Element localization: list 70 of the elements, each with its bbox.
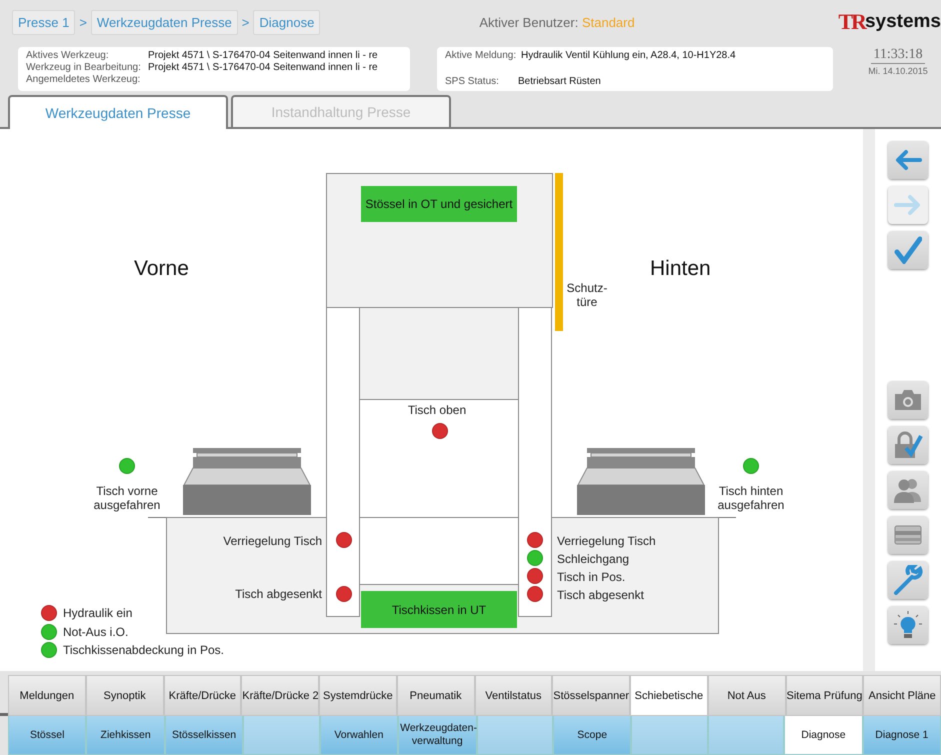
nav-tab[interactable]: Werkzeugdaten-verwaltung (398, 716, 477, 755)
nav-tab[interactable]: Not Aus (708, 675, 786, 716)
indicator-label: Verriegelung Tisch (557, 534, 656, 548)
toolbar-button[interactable] (888, 606, 928, 644)
nav-tab[interactable]: Ventilstatus (474, 675, 552, 716)
lightbulb-icon (893, 610, 923, 640)
nav-tab[interactable]: Meldungen (8, 675, 86, 716)
nav-tab[interactable]: Stösselspanner (552, 675, 630, 716)
legend-label: Hydraulik ein (63, 606, 132, 620)
breadcrumb-separator: > (242, 14, 250, 30)
nav-tab[interactable]: Systemdrücke (319, 675, 397, 716)
nav-tab[interactable]: Kräfte/Drücke 2 (241, 675, 319, 716)
ram-status: Stössel in OT und gesichert (361, 186, 517, 222)
nav-tab[interactable]: Schiebetische (630, 675, 708, 716)
legend-label: Not-Aus i.O. (63, 624, 128, 638)
rear-label: Hinten (650, 257, 711, 281)
info-label: Aktive Meldung: (445, 50, 518, 62)
nav-tab[interactable]: Synoptik (86, 675, 164, 716)
info-value: Projekt 4571 \ S-176470-04 Seitenwand innen li - re (148, 50, 378, 62)
nav-tab[interactable]: Ansicht Pläne (863, 675, 941, 716)
lock-check-icon (893, 431, 923, 459)
front-label: Vorne (134, 257, 189, 281)
info-value: Betriebsart Rüsten (518, 76, 601, 88)
indicator-label: Tisch abgesenkt (557, 588, 644, 602)
wrench-icon (893, 565, 923, 595)
indicator-label: Verriegelung Tisch (223, 534, 322, 548)
active-user-text: Aktiver Benutzer: Standard (479, 14, 635, 30)
toolbar-button[interactable] (888, 561, 928, 599)
clock-date: Mi. 14.10.2015 (868, 66, 928, 76)
legend-label: Tischkissenabdeckung in Pos. (63, 643, 224, 657)
indicator-label: Tisch in Pos. (557, 570, 626, 584)
nav-tab[interactable]: Vorwahlen (320, 716, 398, 755)
info-label: SPS Status: (445, 76, 500, 88)
toolbar-button[interactable] (888, 231, 928, 269)
nav-tab[interactable]: Diagnose 1 (862, 716, 941, 755)
nav-tab[interactable]: Ziehkissen (86, 716, 165, 755)
nav-tab[interactable]: Diagnose (784, 716, 863, 755)
toolbar-button[interactable] (888, 426, 928, 464)
info-label: Aktives Werkzeug: (26, 50, 110, 62)
safety-door-label: Schutz-türe (566, 281, 608, 309)
indicator-label: Tisch vorne ausgefahren (92, 484, 162, 512)
nav-tab[interactable]: Pneumatik (396, 675, 474, 716)
toolbar-button[interactable] (888, 471, 928, 509)
camera-icon (894, 389, 922, 411)
card-icon (894, 525, 922, 545)
cushion-status: Tischkissen in UT (361, 591, 517, 628)
back-arrow-icon (894, 149, 922, 171)
nav-tab[interactable]: Scope (552, 716, 632, 755)
toolbar-button[interactable] (888, 141, 928, 179)
users-icon (893, 477, 923, 503)
checkmark-icon (894, 236, 922, 264)
info-label: Angemeldetes Werkzeug: (26, 74, 142, 86)
indicator-label: Tisch hinten ausgefahren (716, 484, 786, 512)
forward-arrow-icon (894, 194, 922, 216)
clock-time: 11:33:18 (871, 47, 925, 64)
tab[interactable]: Werkzeugdaten Presse (8, 95, 228, 129)
nav-tab[interactable]: Kräfte/Drücke (164, 675, 242, 716)
company-logo: TRsystems (838, 9, 941, 35)
toolbar-button[interactable] (888, 516, 928, 554)
breadcrumb-separator: > (79, 14, 87, 30)
toolbar-button[interactable] (888, 381, 928, 419)
nav-tab[interactable]: Stösselkissen (164, 716, 244, 755)
indicator-label: Schleichgang (557, 552, 630, 566)
nav-tab[interactable]: Stössel (8, 716, 86, 755)
indicator-label: Tisch abgesenkt (235, 587, 322, 601)
nav-tab[interactable]: Sitema Prüfung (786, 675, 864, 716)
info-value: Hydraulik Ventil Kühlung ein, A28.4, 10-H1Y28.4 (521, 50, 736, 62)
info-value: Projekt 4571 \ S-176470-04 Seitenwand innen li - re (148, 62, 378, 74)
info-label: Werkzeug in Bearbeitung: (26, 62, 142, 74)
indicator-label: Tisch oben (406, 403, 468, 417)
